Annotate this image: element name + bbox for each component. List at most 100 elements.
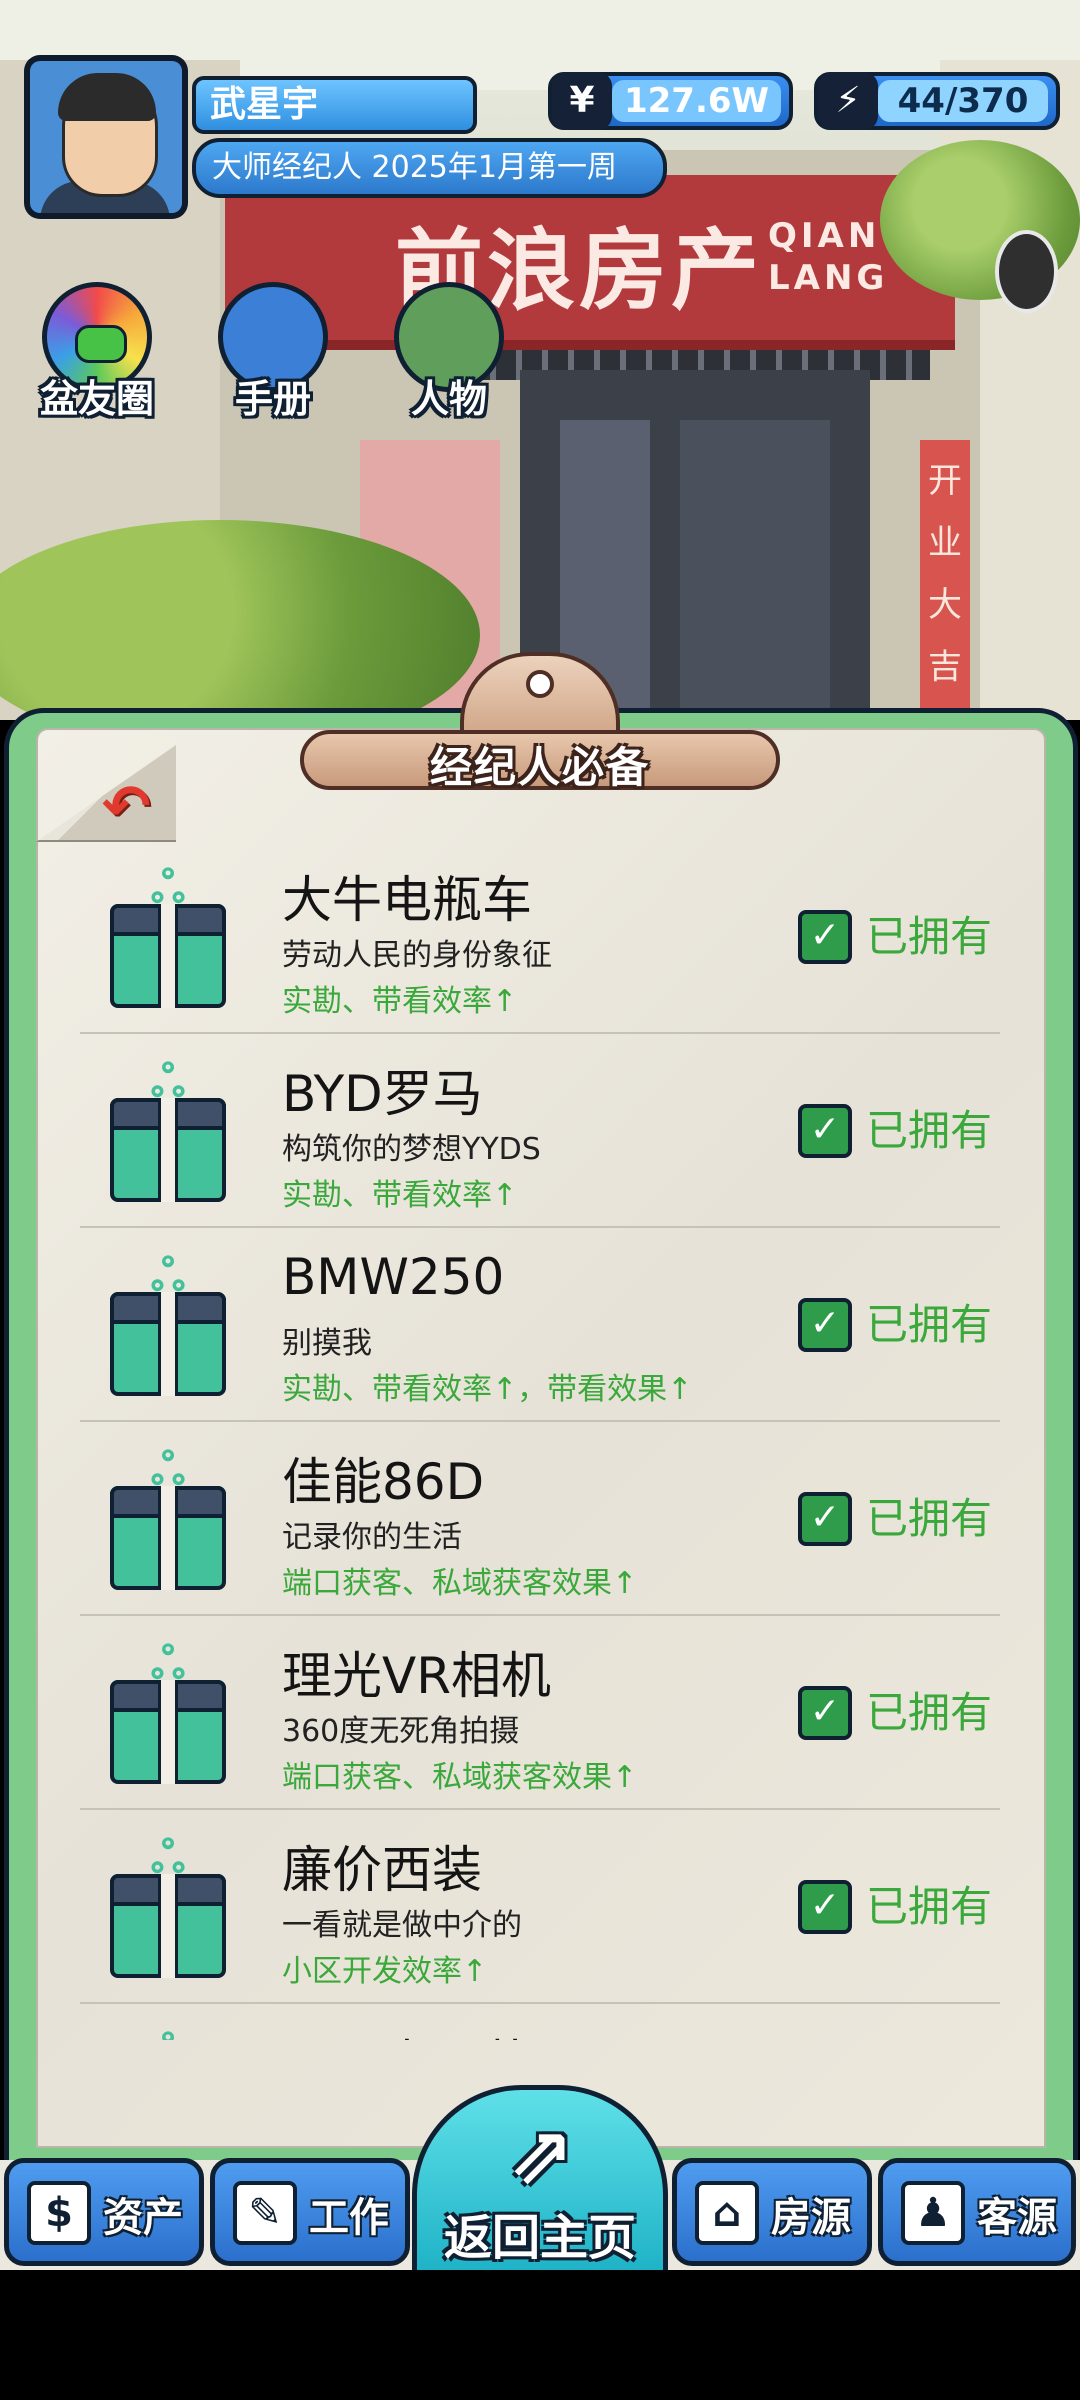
owned-label: 已拥有: [866, 1494, 993, 1543]
home-button[interactable]: ⇗ 返回主页: [412, 2085, 668, 2270]
item-name: 理光VR相机: [282, 1647, 551, 1705]
gift-icon: ஃ: [110, 2030, 226, 2041]
checkbox-icon: ✓: [798, 910, 852, 964]
list-item[interactable]: ஃ 阿玛麦西装: [80, 2004, 1000, 2041]
item-effect: 实勘、带看效率↑: [282, 1178, 518, 1213]
item-name: 廉价西装: [282, 1841, 482, 1899]
door-glass-right: [680, 420, 830, 720]
item-effect: 端口获客、私域获客效果↑: [282, 1760, 638, 1795]
list-item[interactable]: ஃ BYD罗马 构筑你的梦想YYDS 实勘、带看效率↑ ✓ 已拥有: [80, 1034, 1000, 1228]
assets-button[interactable]: $ 资产: [4, 2158, 204, 2266]
gift-bow: ஃ: [150, 1250, 186, 1301]
item-list[interactable]: ஃ 大牛电瓶车 劳动人民的身份象征 实勘、带看效率↑ ✓ 已拥有 ஃ BYD罗马…: [80, 840, 1000, 2040]
gift-ribbon: [158, 1486, 178, 1590]
gift-bow: ஃ: [150, 862, 186, 913]
owned-label: 已拥有: [866, 1688, 993, 1737]
player-avatar[interactable]: [24, 55, 188, 219]
chat-bubble-icon: [75, 325, 127, 363]
handbook-button[interactable]: 手册: [208, 282, 338, 421]
assets-icon: $: [27, 2181, 91, 2245]
item-description: 记录你的生活: [282, 1520, 462, 1555]
clients-button[interactable]: ♟ 客源: [878, 2158, 1076, 2266]
item-description: 劳动人民的身份象征: [282, 938, 552, 973]
item-effect: 端口获客、私域获客效果↑: [282, 1566, 638, 1601]
item-description: 别摸我: [282, 1326, 372, 1361]
list-item[interactable]: ஃ 大牛电瓶车 劳动人民的身份象征 实勘、带看效率↑ ✓ 已拥有: [80, 840, 1000, 1034]
gift-bow: ஃ: [150, 1056, 186, 1107]
work-label: 工作: [309, 2195, 389, 2241]
item-description: 360度无死角拍摄: [282, 1714, 520, 1749]
item-name: 佳能86D: [282, 1453, 485, 1511]
item-description: 构筑你的梦想YYDS: [282, 1132, 541, 1167]
work-icon: ✎: [233, 2181, 297, 2245]
money-value: 127.6W: [612, 80, 781, 122]
owned-label: 已拥有: [866, 912, 993, 961]
item-name: BYD罗马: [282, 1065, 483, 1123]
item-effect: 小区开发效率↑: [282, 1954, 488, 1989]
money-counter[interactable]: ¥ 127.6W: [548, 72, 793, 130]
work-button[interactable]: ✎ 工作: [210, 2158, 410, 2266]
gift-ribbon: [158, 1874, 178, 1978]
checkbox-icon: ✓: [798, 1298, 852, 1352]
gift-icon: ஃ: [110, 1832, 226, 1980]
owned-label: 已拥有: [866, 1106, 993, 1155]
list-item[interactable]: ஃ 廉价西装 一看就是做中介的 小区开发效率↑ ✓ 已拥有: [80, 1810, 1000, 2004]
gift-bow: ஃ: [150, 1832, 186, 1883]
gift-ribbon: [158, 1098, 178, 1202]
checkbox-icon: ✓: [798, 1104, 852, 1158]
list-item[interactable]: ஃ BMW250 别摸我 实勘、带看效率↑，带看效果↑ ✓ 已拥有: [80, 1228, 1000, 1422]
lightning-icon: ⚡: [818, 72, 878, 130]
gift-bow: ஃ: [150, 1444, 186, 1495]
moments-button[interactable]: 盆友圈: [32, 282, 162, 421]
avatar-hair: [58, 73, 156, 121]
checkbox-icon: ✓: [798, 1492, 852, 1546]
avatar-portrait: [30, 61, 182, 213]
characters-button[interactable]: 人物: [384, 282, 514, 421]
panel-title-tag: 经纪人必备: [300, 652, 780, 792]
checkbox-icon: ✓: [798, 1880, 852, 1934]
gift-ribbon: [158, 904, 178, 1008]
item-effect: 实勘、带看效率↑，带看效果↑: [282, 1372, 693, 1407]
store-sign-en-line2: LANG: [768, 258, 889, 298]
owned-label: 已拥有: [866, 1300, 993, 1349]
listings-label: 房源: [771, 2195, 851, 2241]
gift-bow: ஃ: [150, 1638, 186, 1689]
gift-ribbon: [158, 1292, 178, 1396]
characters-label: 人物: [410, 377, 487, 421]
list-item[interactable]: ஃ 佳能86D 记录你的生活 端口获客、私域获客效果↑ ✓ 已拥有: [80, 1422, 1000, 1616]
player-title-date: 大师经纪人 2025年1月第一周: [192, 138, 667, 198]
gift-icon: ஃ: [110, 1250, 226, 1398]
yen-icon: ¥: [552, 72, 612, 130]
item-effect: 实勘、带看效率↑: [282, 984, 518, 1019]
item-name: 大牛电瓶车: [282, 871, 532, 929]
gift-icon: ஃ: [110, 1638, 226, 1786]
listings-button[interactable]: ⌂ 房源: [672, 2158, 872, 2266]
gift-icon: ஃ: [110, 1056, 226, 1204]
item-name: BMW250: [282, 1248, 505, 1306]
store-sign-english: QIAN LANG: [768, 215, 898, 299]
share-return-icon: ⇗: [507, 2108, 575, 2201]
energy-counter[interactable]: ⚡ 44/370: [814, 72, 1060, 130]
energy-value: 44/370: [878, 80, 1048, 122]
opening-banner: 开业大吉: [920, 440, 970, 720]
house-icon: ⌂: [695, 2181, 759, 2245]
system-bar-area: [0, 2270, 1080, 2400]
person-icon: ♟: [901, 2181, 965, 2245]
back-arrow-icon[interactable]: ↶: [102, 772, 151, 840]
list-item[interactable]: ஃ 理光VR相机 360度无死角拍摄 端口获客、私域获客效果↑ ✓ 已拥有: [80, 1616, 1000, 1810]
item-description: 一看就是做中介的: [282, 1908, 522, 1943]
assets-label: 资产: [103, 2195, 183, 2241]
handbook-label: 手册: [234, 377, 311, 421]
checkbox-icon: ✓: [798, 1686, 852, 1740]
owned-label: 已拥有: [866, 1882, 993, 1931]
shop-logo-icon: [995, 230, 1058, 313]
gift-icon: ஃ: [110, 1444, 226, 1592]
store-sign-en-line1: QIAN: [768, 216, 881, 256]
gift-ribbon: [158, 1680, 178, 1784]
gift-icon: ஃ: [110, 862, 226, 1010]
item-name: 阿玛麦西装: [282, 2024, 532, 2040]
clients-label: 客源: [977, 2195, 1057, 2241]
home-label: 返回主页: [443, 2210, 636, 2266]
tag-hole: [526, 670, 554, 698]
panel-title: 经纪人必备: [429, 743, 650, 792]
